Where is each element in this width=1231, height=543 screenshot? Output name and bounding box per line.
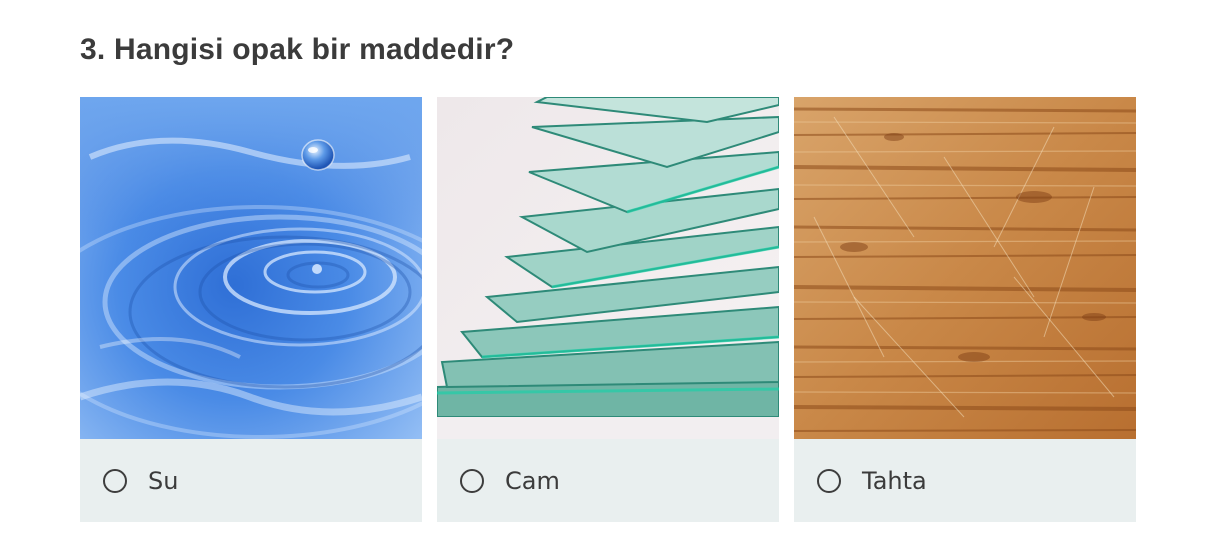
option-tahta[interactable]: Tahta <box>794 97 1136 522</box>
question-title: 3. Hangisi opak bir maddedir? <box>80 33 515 66</box>
option-footer[interactable]: Cam <box>437 439 779 522</box>
radio-button[interactable] <box>460 468 484 493</box>
option-label: Su <box>148 466 179 495</box>
wood-board-image <box>794 97 1136 439</box>
question-block: 3. Hangisi opak bir maddedir? <box>80 30 1140 70</box>
option-label: Tahta <box>862 466 927 495</box>
option-label: Cam <box>505 466 560 495</box>
water-drop-image <box>80 97 422 439</box>
glass-sheets-image <box>437 97 779 439</box>
radio-button[interactable] <box>103 468 127 493</box>
option-footer[interactable]: Su <box>80 439 422 522</box>
option-footer[interactable]: Tahta <box>794 439 1136 522</box>
radio-button[interactable] <box>817 468 841 493</box>
option-su[interactable]: Su <box>80 97 422 522</box>
option-cam[interactable]: Cam <box>437 97 779 522</box>
answer-options: Su Cam Tahta <box>80 97 1136 522</box>
